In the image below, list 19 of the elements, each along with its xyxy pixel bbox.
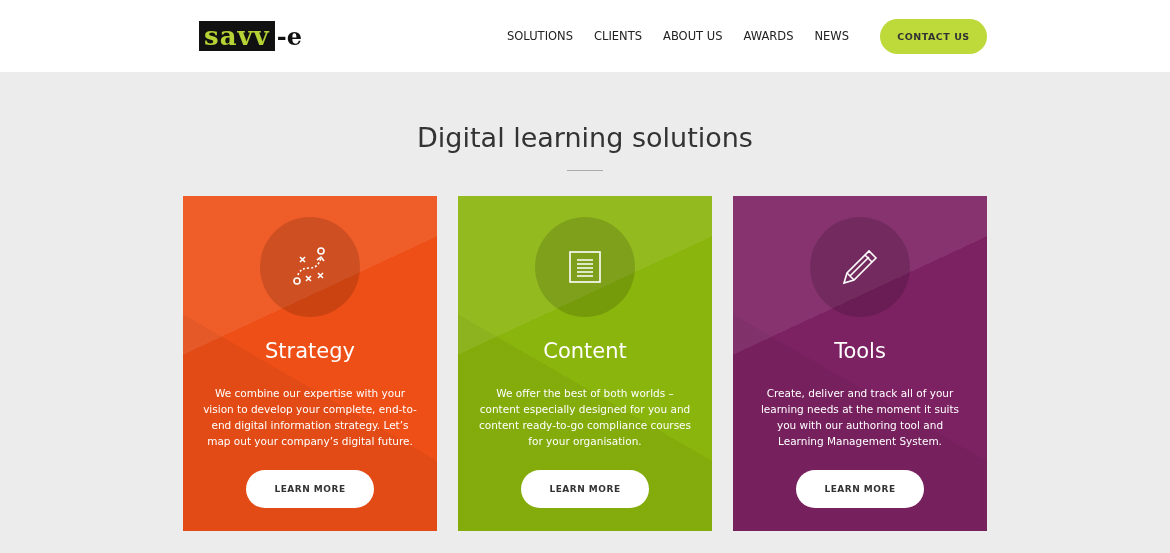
- card-title: Content: [543, 339, 627, 363]
- pencil-icon: [841, 248, 879, 286]
- learn-more-button[interactable]: LEARN MORE: [796, 470, 924, 508]
- card-title: Tools: [834, 339, 886, 363]
- card-title: Strategy: [265, 339, 355, 363]
- card-description: Create, deliver and track all of your learning needs at the moment it suits you with our authoring tool and Learning Management System.: [759, 386, 961, 449]
- play-diagram-icon: [293, 247, 327, 287]
- learn-more-button[interactable]: LEARN MORE: [246, 470, 374, 508]
- nav-link[interactable]: ABOUT US: [663, 29, 723, 43]
- card-description: We combine our expertise with your vision to develop your complete, end-to-end digital information strategy. Let’s map out your company’s digital future.: [202, 386, 418, 449]
- contact-button[interactable]: CONTACT US: [880, 18, 987, 54]
- section-title: Digital learning solutions: [417, 122, 753, 153]
- document-icon: [569, 251, 601, 283]
- nav-link[interactable]: NEWS: [814, 29, 849, 43]
- learn-more-button[interactable]: LEARN MORE: [521, 470, 649, 508]
- nav-link[interactable]: SOLUTIONS: [507, 29, 573, 43]
- card-description: We offer the best of both worlds – content especially designed for you and content ready-to-go compliance courses for your organisation.: [477, 386, 693, 449]
- nav-link[interactable]: CLIENTS: [594, 29, 643, 43]
- nav-link[interactable]: AWARDS: [743, 29, 794, 43]
